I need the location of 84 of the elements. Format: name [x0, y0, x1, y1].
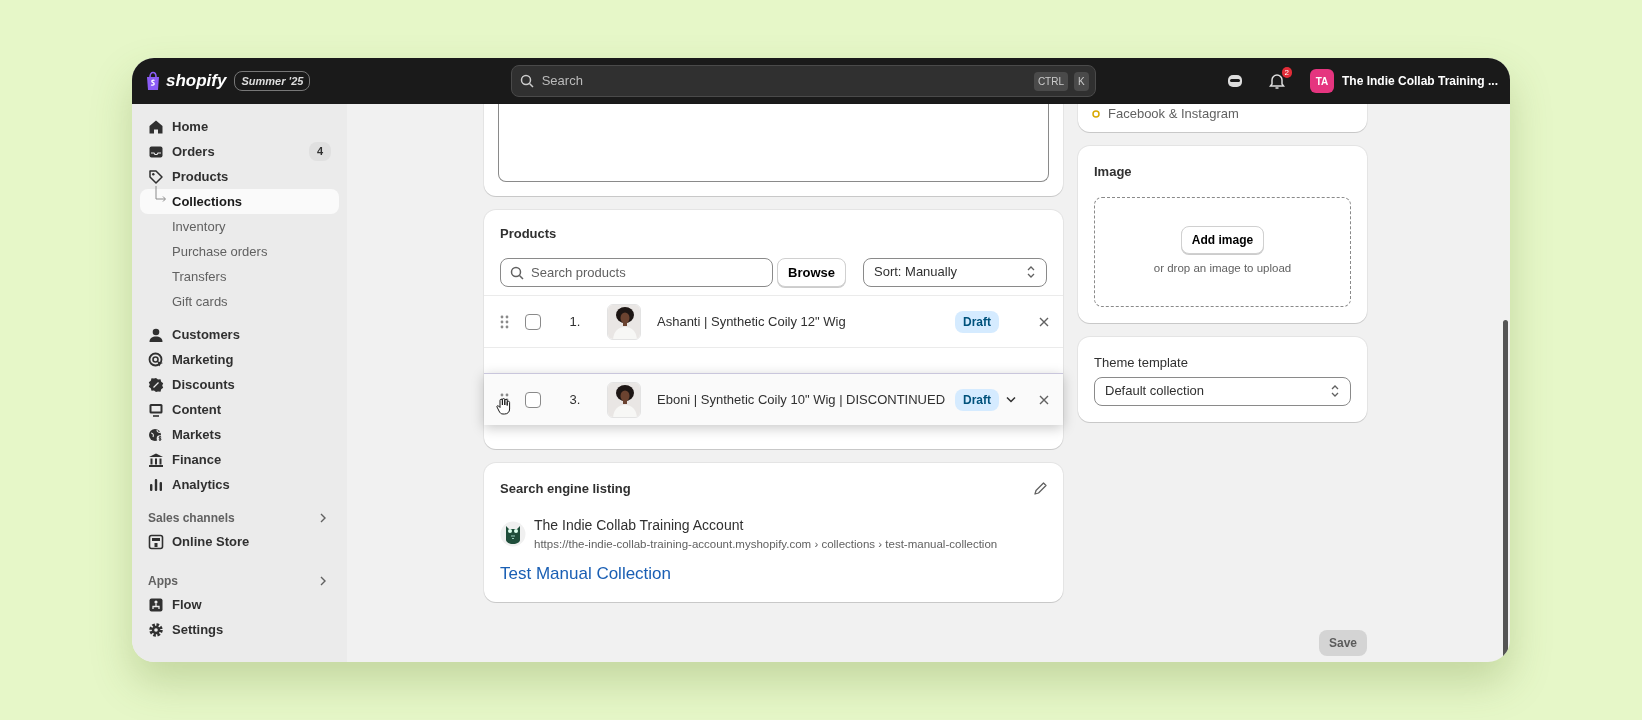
count-badge: 4: [308, 142, 331, 161]
image-dropzone[interactable]: Add image or drop an image to upload: [1094, 197, 1351, 307]
field-label: Theme template: [1094, 354, 1189, 372]
card-title: Image: [1094, 162, 1133, 181]
nav-item[interactable]: Orders 4: [140, 139, 339, 164]
sidekick-icon[interactable]: [1226, 72, 1244, 90]
nav-item[interactable]: Finance: [140, 447, 339, 472]
storefront-icon: [148, 533, 164, 550]
url-text: https://the-indie-collab-training-account.myshopify.com › collections › test-manual-collection: [534, 536, 998, 552]
nav-item[interactable]: Flow: [140, 592, 339, 617]
row-number: 3.: [568, 390, 582, 409]
gear-icon: [148, 621, 164, 638]
nav-item[interactable]: Gift cards: [140, 289, 339, 314]
tag-icon: [148, 168, 164, 185]
sort-select[interactable]: Sort: Manually: [863, 257, 1047, 287]
bank-icon: [148, 451, 164, 468]
nav-item[interactable]: Discounts: [140, 372, 339, 397]
product-title: Ashanti | Synthetic Coily 12" Wig: [657, 312, 847, 331]
select-arrows-icon: [1330, 384, 1340, 398]
status-badge: Draft: [955, 310, 999, 333]
discount-icon: [148, 376, 164, 393]
nav-item[interactable]: Inventory: [140, 214, 339, 239]
chevron-right-icon[interactable]: [319, 576, 327, 586]
nav-item[interactable]: Transfers: [140, 264, 339, 289]
logo: shopify: [166, 70, 227, 93]
notification-count: 2: [1281, 67, 1292, 78]
search-input[interactable]: Search: [539, 70, 1028, 92]
status-circle-icon: [1092, 109, 1100, 118]
upload-hint: or drop an image to upload: [1153, 261, 1292, 277]
row-number: 1.: [568, 312, 582, 331]
checkbox[interactable]: [525, 391, 541, 408]
hand-cursor-icon: [495, 397, 512, 415]
close-icon[interactable]: [1039, 394, 1049, 405]
pencil-icon[interactable]: [1033, 481, 1047, 496]
home-icon: [148, 118, 164, 135]
nav-item[interactable]: Analytics: [140, 472, 339, 497]
nav-item[interactable]: Home: [140, 114, 339, 139]
add-image-button[interactable]: Add image: [1180, 226, 1265, 255]
target-icon: [148, 351, 164, 368]
select-arrows-icon: [1026, 265, 1036, 279]
browse-button[interactable]: Browse: [777, 257, 846, 287]
section-heading: Apps: [148, 573, 178, 590]
section-heading: Sales channels: [148, 510, 235, 527]
site-name: The Indie Collab Training Account: [534, 515, 745, 535]
card-title: Products: [499, 225, 558, 243]
status-badge: Draft: [955, 388, 999, 411]
edition-badge: Summer '25: [234, 70, 311, 92]
chevron-right-icon[interactable]: [319, 513, 327, 523]
nav-item[interactable]: Products: [140, 164, 339, 189]
nav-item[interactable]: Markets: [140, 422, 339, 447]
nav-item[interactable]: Customers: [140, 322, 339, 347]
globe-icon: [148, 426, 164, 443]
nav-item[interactable]: Collections: [140, 189, 339, 214]
search-field[interactable]: Search products: [500, 257, 773, 287]
search-icon: [510, 265, 524, 280]
owl-logo-icon: [500, 520, 526, 547]
tree-connector-icon: [155, 186, 167, 202]
search-icon: [519, 74, 534, 88]
store-name[interactable]: The Indie Collab Training ...: [1342, 72, 1498, 90]
drag-handle-icon[interactable]: [500, 314, 509, 329]
keyboard-key: CTRL: [1033, 71, 1068, 91]
close-icon[interactable]: [1039, 316, 1049, 327]
nav-item[interactable]: Purchase orders: [140, 239, 339, 264]
nav-item[interactable]: Marketing: [140, 347, 339, 372]
product-title: Eboni | Synthetic Coily 10" Wig | DISCONTINUED: [657, 390, 947, 409]
nav-item[interactable]: Online Store: [140, 529, 339, 554]
keyboard-key: K: [1074, 71, 1089, 91]
template-select[interactable]: Default collection: [1094, 376, 1351, 406]
bell-icon[interactable]: [1268, 72, 1286, 90]
nav-item[interactable]: Content: [140, 397, 339, 422]
monitor-icon: [148, 401, 164, 418]
shopping-bag-icon: [144, 71, 162, 91]
page-title-link[interactable]: Test Manual Collection: [500, 560, 1047, 587]
checkbox[interactable]: [525, 313, 541, 330]
card-title: Search engine listing: [500, 480, 631, 498]
channel-name: Facebook & Instagram: [1108, 105, 1239, 123]
chevron-down-icon[interactable]: [1006, 395, 1016, 404]
search-field[interactable]: Search CTRL K: [510, 65, 1096, 97]
bar-chart-icon: [148, 476, 164, 493]
dragged-row[interactable]: 3. Eboni | Synthetic Coily 10" Wig | DISCONTINUED Draft: [484, 373, 1063, 425]
nav-item[interactable]: Settings: [140, 617, 339, 642]
person-icon: [148, 326, 164, 343]
flow-icon: [148, 596, 164, 613]
avatar[interactable]: TA: [1310, 69, 1334, 93]
